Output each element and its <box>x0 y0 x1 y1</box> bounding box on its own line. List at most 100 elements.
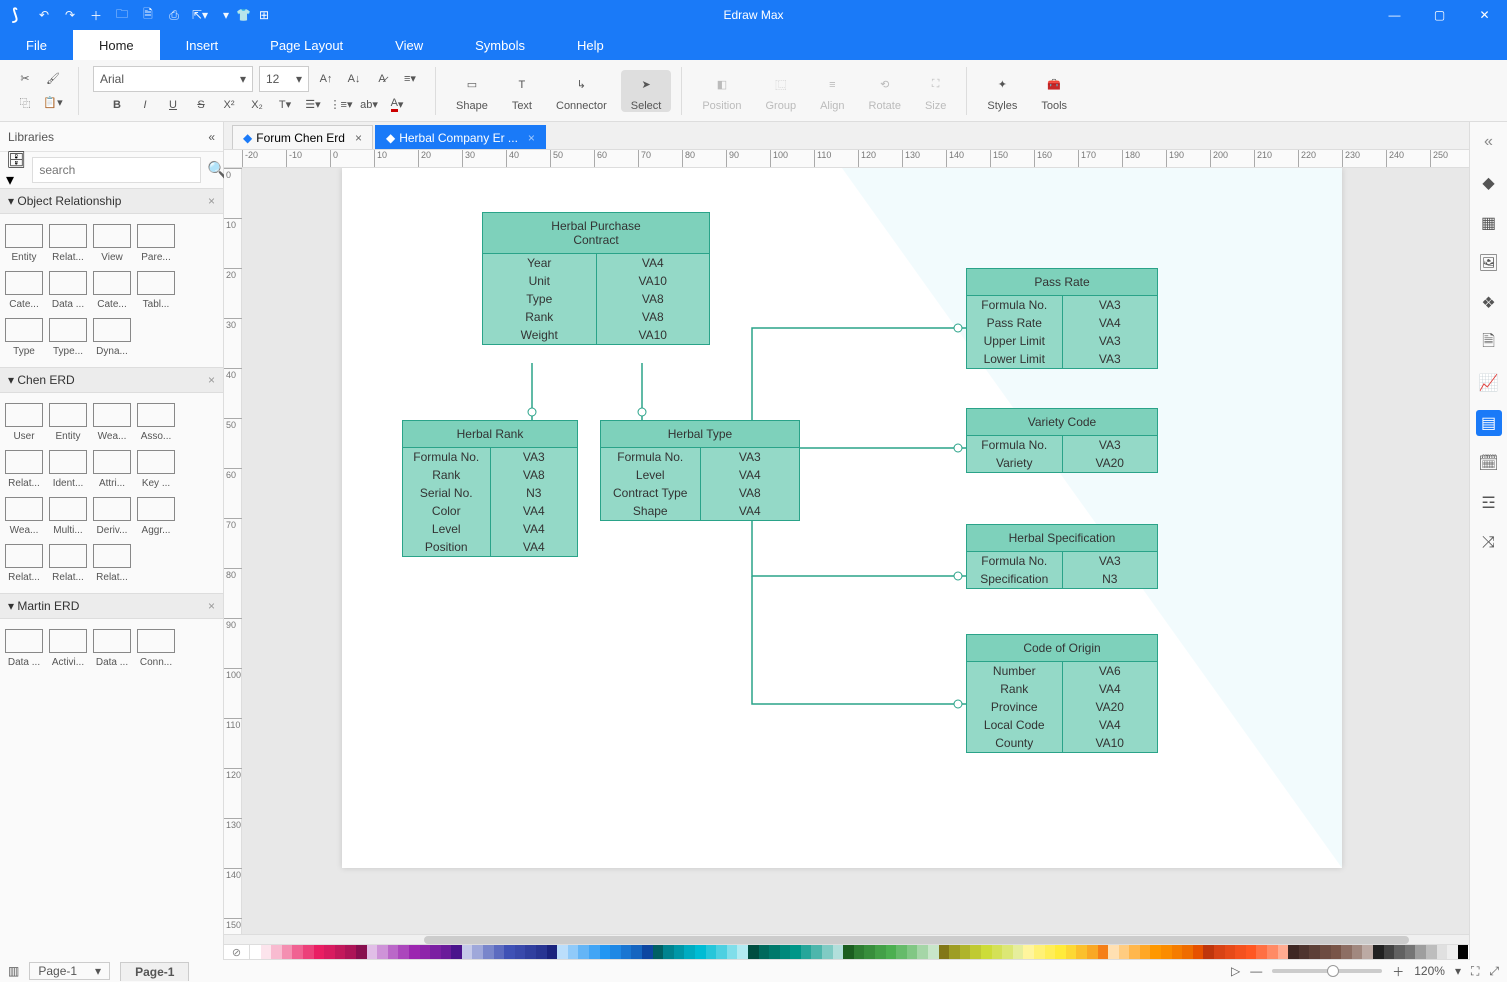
color-swatch[interactable] <box>695 945 706 959</box>
undo-button[interactable]: ↶ <box>34 5 54 25</box>
redo-button[interactable]: ↷ <box>60 5 80 25</box>
shape-stencil[interactable]: User <box>2 403 46 442</box>
shape-stencil[interactable]: Key ... <box>134 450 178 489</box>
color-swatch[interactable] <box>1341 945 1352 959</box>
paste-button[interactable]: 📋▾ <box>42 92 64 114</box>
color-swatch[interactable] <box>398 945 409 959</box>
color-swatch[interactable] <box>1214 945 1225 959</box>
color-swatch[interactable] <box>970 945 981 959</box>
shape-stencil[interactable]: Ident... <box>46 450 90 489</box>
fit-page-icon[interactable]: ⛶ <box>1471 964 1479 979</box>
erd-table-type[interactable]: Herbal TypeFormula No.VA3LevelVA4Contrac… <box>600 420 800 521</box>
color-swatch[interactable] <box>1331 945 1342 959</box>
color-swatch[interactable] <box>451 945 462 959</box>
paragraph-button[interactable]: ≡▾ <box>399 68 421 90</box>
color-swatch[interactable] <box>1150 945 1161 959</box>
menu-tab-insert[interactable]: Insert <box>160 30 245 60</box>
color-swatch[interactable] <box>822 945 833 959</box>
color-swatch[interactable] <box>642 945 653 959</box>
layers-panel-icon[interactable]: ❖ <box>1476 290 1502 316</box>
shape-stencil[interactable]: Type... <box>46 318 90 357</box>
shape-stencil[interactable]: Data ... <box>46 271 90 310</box>
export-button[interactable]: ⇱▾ <box>190 5 210 25</box>
shape-stencil[interactable]: Cate... <box>90 271 134 310</box>
color-swatch[interactable] <box>1119 945 1130 959</box>
color-swatch[interactable] <box>1437 945 1448 959</box>
category-header[interactable]: ▾ Chen ERD× <box>0 367 223 393</box>
tools-tool[interactable]: 🧰Tools <box>1031 70 1077 112</box>
menu-tab-home[interactable]: Home <box>73 30 160 60</box>
linespacing-button[interactable]: ☰▾ <box>302 94 324 116</box>
shape-stencil[interactable]: Entity <box>46 403 90 442</box>
color-swatch[interactable] <box>949 945 960 959</box>
styles-tool[interactable]: ✦Styles <box>977 70 1027 112</box>
color-swatch[interactable] <box>589 945 600 959</box>
color-swatch[interactable] <box>1182 945 1193 959</box>
color-swatch[interactable] <box>377 945 388 959</box>
collapse-sidebar-icon[interactable]: « <box>208 130 215 144</box>
shuffle-panel-icon[interactable]: ⤨ <box>1476 530 1502 556</box>
bullets-button[interactable]: ⋮≡▾ <box>330 94 352 116</box>
menu-file[interactable]: File <box>0 30 73 60</box>
color-swatch[interactable] <box>621 945 632 959</box>
color-swatch[interactable] <box>1267 945 1278 959</box>
no-color-swatch[interactable]: ⊘ <box>224 945 250 959</box>
erd-table-variety[interactable]: Variety CodeFormula No.VA3VarietyVA20 <box>966 408 1158 473</box>
color-swatch[interactable] <box>907 945 918 959</box>
color-swatch[interactable] <box>1045 945 1056 959</box>
color-swatch[interactable] <box>759 945 770 959</box>
color-swatch[interactable] <box>1066 945 1077 959</box>
color-swatch[interactable] <box>1098 945 1109 959</box>
h-scrollbar[interactable] <box>424 936 1409 944</box>
color-swatch[interactable] <box>1384 945 1395 959</box>
shape-stencil[interactable]: Cate... <box>2 271 46 310</box>
color-swatch[interactable] <box>1076 945 1087 959</box>
color-swatch[interactable] <box>769 945 780 959</box>
strike-button[interactable]: S <box>190 94 212 116</box>
fill-panel-icon[interactable]: ◆ <box>1476 170 1502 196</box>
document-tab[interactable]: ◆Forum Chen Erd× <box>232 125 373 149</box>
color-swatch[interactable] <box>388 945 399 959</box>
clear-format-button[interactable]: A̷ <box>371 68 393 90</box>
underline-button[interactable]: U <box>162 94 184 116</box>
erd-table-origin[interactable]: Code of OriginNumberVA6RankVA4ProvinceVA… <box>966 634 1158 753</box>
color-swatch[interactable] <box>1405 945 1416 959</box>
shape-stencil[interactable]: Entity <box>2 224 46 263</box>
calendar-panel-icon[interactable]: 🗓 <box>1476 450 1502 476</box>
page-panel-icon[interactable]: 🗎 <box>1476 330 1502 356</box>
color-swatch[interactable] <box>1362 945 1373 959</box>
shape-stencil[interactable]: Relat... <box>46 544 90 583</box>
color-swatch[interactable] <box>494 945 505 959</box>
decrease-font-button[interactable]: A↓ <box>343 68 365 90</box>
color-swatch[interactable] <box>843 945 854 959</box>
shape-stencil[interactable]: Aggr... <box>134 497 178 536</box>
shape-stencil[interactable]: Data ... <box>2 629 46 668</box>
color-swatch[interactable] <box>875 945 886 959</box>
zoom-slider[interactable] <box>1272 969 1382 973</box>
color-swatch[interactable] <box>600 945 611 959</box>
color-swatch[interactable] <box>737 945 748 959</box>
copy-button[interactable]: ⿻ <box>14 92 36 114</box>
grid-apps-icon[interactable]: ⊞ <box>259 8 269 22</box>
shape-stencil[interactable]: Wea... <box>90 403 134 442</box>
shape-stencil[interactable]: Wea... <box>2 497 46 536</box>
color-swatch[interactable] <box>1426 945 1437 959</box>
erd-table-rank[interactable]: Herbal RankFormula No.VA3RankVA8Serial N… <box>402 420 578 557</box>
color-swatch[interactable] <box>367 945 378 959</box>
menu-tab-view[interactable]: View <box>369 30 449 60</box>
color-swatch[interactable] <box>886 945 897 959</box>
color-swatch[interactable] <box>356 945 367 959</box>
select-tool[interactable]: ➤Select <box>621 70 672 112</box>
color-swatch[interactable] <box>706 945 717 959</box>
color-swatch[interactable] <box>261 945 272 959</box>
color-swatch[interactable] <box>282 945 293 959</box>
page-selector[interactable]: Page-1▾ <box>29 962 110 980</box>
shape-stencil[interactable]: Pare... <box>134 224 178 263</box>
shape-stencil[interactable]: Conn... <box>134 629 178 668</box>
color-swatch[interactable] <box>684 945 695 959</box>
color-swatch[interactable] <box>1087 945 1098 959</box>
shape-stencil[interactable]: Activi... <box>46 629 90 668</box>
color-swatch[interactable] <box>1278 945 1289 959</box>
shape-stencil[interactable]: Tabl... <box>134 271 178 310</box>
grid-panel-icon[interactable]: ▦ <box>1476 210 1502 236</box>
